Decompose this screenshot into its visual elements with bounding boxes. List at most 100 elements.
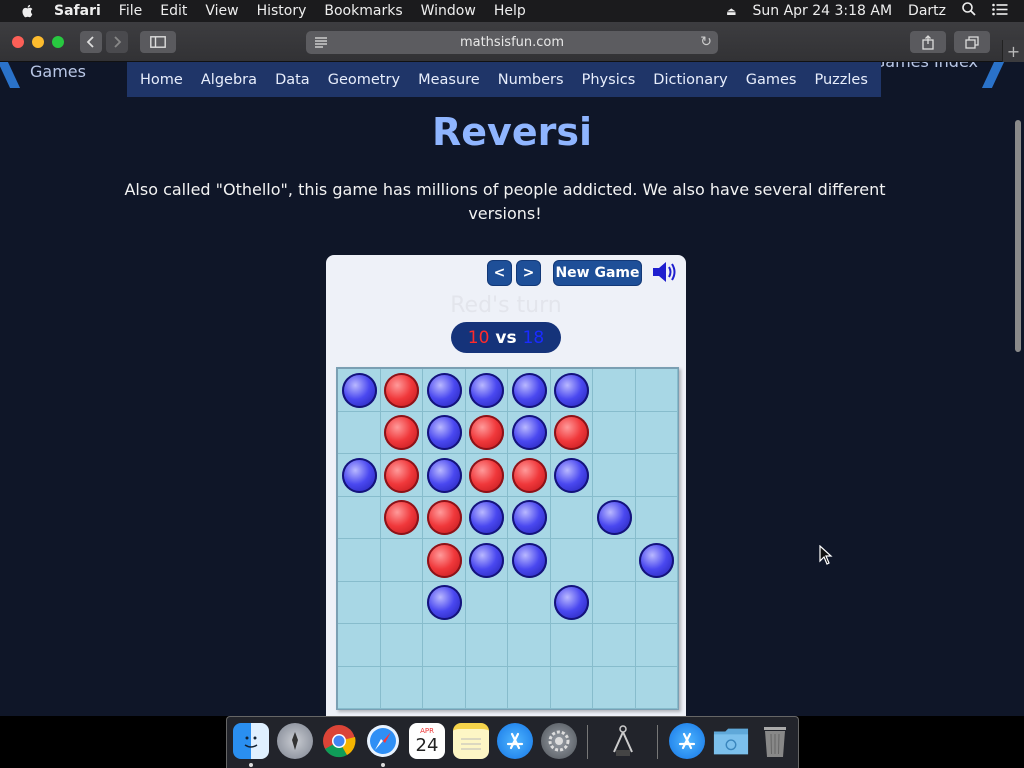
board-cell[interactable] (593, 454, 636, 497)
board-cell[interactable] (338, 496, 381, 539)
board-cell[interactable] (380, 539, 423, 582)
spotlight-icon[interactable] (962, 2, 976, 20)
redo-button[interactable]: > (516, 260, 541, 286)
board-cell[interactable] (508, 581, 551, 624)
nav-physics[interactable]: Physics (582, 72, 636, 88)
new-game-button[interactable]: New Game (553, 260, 642, 286)
board-cell[interactable] (380, 624, 423, 667)
share-button[interactable] (910, 31, 946, 53)
board-cell[interactable] (635, 581, 678, 624)
menu-app-name[interactable]: Safari (54, 3, 101, 19)
board-cell[interactable] (508, 454, 551, 497)
games-index-link[interactable]: Games Index (873, 62, 978, 71)
chrome-icon[interactable] (321, 723, 357, 759)
app-store-folder-icon[interactable] (669, 723, 705, 759)
finder-icon[interactable] (233, 723, 269, 759)
board-cell[interactable] (465, 624, 508, 667)
board-cell[interactable] (465, 369, 508, 412)
trash-icon[interactable] (757, 723, 793, 759)
board-cell[interactable] (380, 411, 423, 454)
sound-toggle[interactable] (651, 260, 679, 284)
apple-icon[interactable] (20, 3, 36, 19)
menu-history[interactable]: History (257, 3, 307, 19)
board-cell[interactable] (465, 539, 508, 582)
back-button[interactable] (80, 31, 102, 53)
zoom-window-button[interactable] (52, 36, 64, 48)
board-cell[interactable] (423, 454, 466, 497)
safari-icon[interactable] (365, 723, 401, 759)
notification-center-icon[interactable] (992, 3, 1008, 20)
board-cell[interactable] (508, 539, 551, 582)
nav-measure[interactable]: Measure (418, 72, 480, 88)
board-cell[interactable] (593, 581, 636, 624)
board-cell[interactable] (550, 496, 593, 539)
menu-view[interactable]: View (205, 3, 238, 19)
sidebar-button[interactable] (140, 31, 176, 53)
menu-help[interactable]: Help (494, 3, 526, 19)
board-cell[interactable] (423, 624, 466, 667)
calendar-icon[interactable]: APR 24 (409, 723, 445, 759)
board-cell[interactable] (423, 496, 466, 539)
board-cell[interactable] (635, 411, 678, 454)
board-cell[interactable] (550, 454, 593, 497)
app-store-icon[interactable] (497, 723, 533, 759)
board-cell[interactable] (635, 454, 678, 497)
menu-file[interactable]: File (119, 3, 142, 19)
system-preferences-icon[interactable] (541, 723, 577, 759)
board-cell[interactable] (380, 496, 423, 539)
menu-edit[interactable]: Edit (160, 3, 187, 19)
board-cell[interactable] (550, 369, 593, 412)
address-bar[interactable]: mathsisfun.com ↻ (306, 31, 718, 54)
reload-icon[interactable]: ↻ (700, 34, 712, 50)
nav-dictionary[interactable]: Dictionary (653, 72, 727, 88)
nav-numbers[interactable]: Numbers (498, 72, 564, 88)
board-cell[interactable] (338, 666, 381, 709)
nav-algebra[interactable]: Algebra (201, 72, 257, 88)
board-cell[interactable] (635, 496, 678, 539)
board-cell[interactable] (338, 624, 381, 667)
undo-button[interactable]: < (487, 260, 512, 286)
board-cell[interactable] (550, 624, 593, 667)
nav-data[interactable]: Data (275, 72, 310, 88)
board-cell[interactable] (635, 369, 678, 412)
board-cell[interactable] (508, 624, 551, 667)
board-cell[interactable] (508, 369, 551, 412)
board-cell[interactable] (338, 454, 381, 497)
board-cell[interactable] (465, 581, 508, 624)
board-cell[interactable] (593, 369, 636, 412)
clock[interactable]: Sun Apr 24 3:18 AM (752, 3, 892, 19)
board-cell[interactable] (508, 666, 551, 709)
board-cell[interactable] (593, 411, 636, 454)
board-cell[interactable] (465, 666, 508, 709)
board-cell[interactable] (635, 666, 678, 709)
board-cell[interactable] (550, 666, 593, 709)
board-cell[interactable] (423, 581, 466, 624)
board-cell[interactable] (508, 496, 551, 539)
close-window-button[interactable] (12, 36, 24, 48)
board-cell[interactable] (465, 496, 508, 539)
board-cell[interactable] (338, 411, 381, 454)
downloads-folder-icon[interactable] (713, 723, 749, 759)
board-cell[interactable] (593, 539, 636, 582)
tabs-overview-button[interactable] (954, 31, 990, 53)
board-cell[interactable] (338, 581, 381, 624)
nav-geometry[interactable]: Geometry (328, 72, 400, 88)
board-cell[interactable] (635, 539, 678, 582)
utility-app-icon[interactable] (605, 723, 641, 759)
minimize-window-button[interactable] (32, 36, 44, 48)
board-cell[interactable] (593, 496, 636, 539)
eject-icon[interactable]: ⏏ (726, 5, 736, 18)
games-breadcrumb-link[interactable]: Games (30, 62, 86, 81)
user-name[interactable]: Dartz (908, 3, 946, 19)
launchpad-icon[interactable] (277, 723, 313, 759)
page-scrollbar[interactable] (1015, 120, 1021, 352)
board-cell[interactable] (635, 624, 678, 667)
board-cell[interactable] (380, 369, 423, 412)
board-cell[interactable] (423, 369, 466, 412)
nav-home[interactable]: Home (140, 72, 183, 88)
notes-icon[interactable] (453, 723, 489, 759)
menu-window[interactable]: Window (421, 3, 476, 19)
nav-games[interactable]: Games (746, 72, 797, 88)
menu-bookmarks[interactable]: Bookmarks (324, 3, 402, 19)
new-tab-button[interactable]: + (1002, 40, 1024, 62)
